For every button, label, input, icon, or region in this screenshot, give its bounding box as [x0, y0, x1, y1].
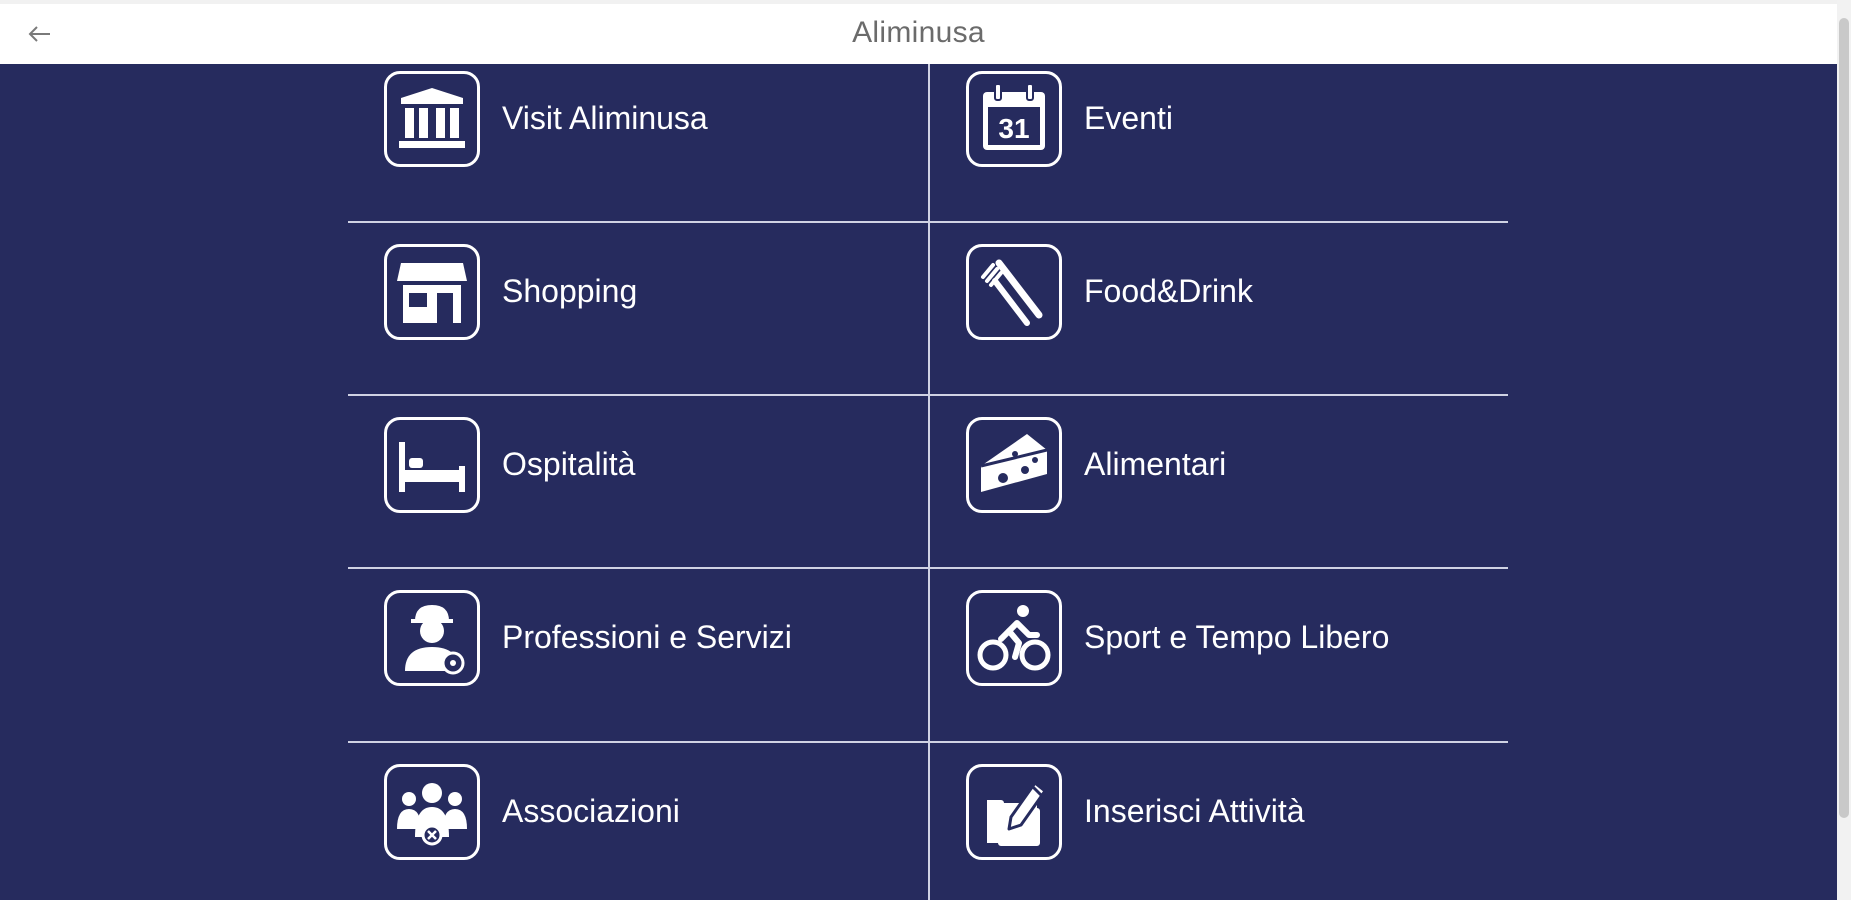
icon-frame	[384, 764, 480, 860]
bed-icon	[399, 442, 465, 492]
calendar-icon: 31	[983, 83, 1045, 150]
cheese-icon	[980, 434, 1048, 492]
menu-item-ospitalita[interactable]: Ospitalità	[348, 396, 926, 568]
menu-item-shopping[interactable]: Shopping	[348, 223, 926, 395]
icon-frame: 31	[966, 71, 1062, 167]
calendar-day-number: 31	[998, 113, 1029, 144]
icon-frame	[384, 71, 480, 167]
worker-icon	[405, 605, 465, 675]
shop-icon	[397, 263, 467, 323]
icon-frame	[966, 764, 1062, 860]
menu-item-label: Eventi	[1084, 100, 1173, 136]
app-window: Aliminusa Visit Aliminusa 31 Eventi Shop…	[0, 0, 1851, 900]
menu-item-label: Ospitalità	[502, 446, 636, 482]
icon-frame	[384, 417, 480, 513]
icon-frame	[966, 590, 1062, 686]
icon-frame	[966, 244, 1062, 340]
fork-knife-icon	[981, 259, 1043, 326]
menu-item-label: Food&Drink	[1084, 273, 1253, 309]
menu-grid: Visit Aliminusa 31 Eventi Shopping Food&…	[348, 64, 1508, 900]
scrollbar-thumb[interactable]	[1839, 18, 1849, 818]
menu-item-label: Visit Aliminusa	[502, 100, 708, 136]
menu-item-label: Alimentari	[1084, 446, 1227, 482]
page-title: Aliminusa	[852, 16, 985, 49]
menu-item-eventi[interactable]: 31 Eventi	[930, 64, 1508, 222]
menu-item-label: Inserisci Attività	[1084, 793, 1305, 829]
icon-frame	[966, 417, 1062, 513]
menu-item-food-drink[interactable]: Food&Drink	[930, 223, 1508, 395]
menu-item-label: Sport e Tempo Libero	[1084, 619, 1390, 655]
icon-frame	[384, 590, 480, 686]
temple-icon	[399, 88, 465, 148]
menu-item-associazioni[interactable]: Associazioni	[348, 743, 926, 900]
menu-item-inserisci-attivita[interactable]: Inserisci Attività	[930, 743, 1508, 900]
icon-frame	[384, 244, 480, 340]
menu-item-label: Professioni e Servizi	[502, 619, 792, 655]
menu-item-professioni-servizi[interactable]: Professioni e Servizi	[348, 569, 926, 741]
menu-item-visit-aliminusa[interactable]: Visit Aliminusa	[348, 64, 926, 222]
app-header: Aliminusa	[0, 0, 1837, 64]
cyclist-icon	[977, 605, 1051, 671]
menu-item-label: Associazioni	[502, 793, 680, 829]
people-group-icon	[397, 783, 467, 846]
add-business-icon	[987, 781, 1047, 846]
menu-item-alimentari[interactable]: Alimentari	[930, 396, 1508, 568]
menu-area: Visit Aliminusa 31 Eventi Shopping Food&…	[0, 64, 1837, 900]
menu-item-label: Shopping	[502, 273, 638, 309]
menu-item-sport-tempo-libero[interactable]: Sport e Tempo Libero	[930, 569, 1508, 741]
